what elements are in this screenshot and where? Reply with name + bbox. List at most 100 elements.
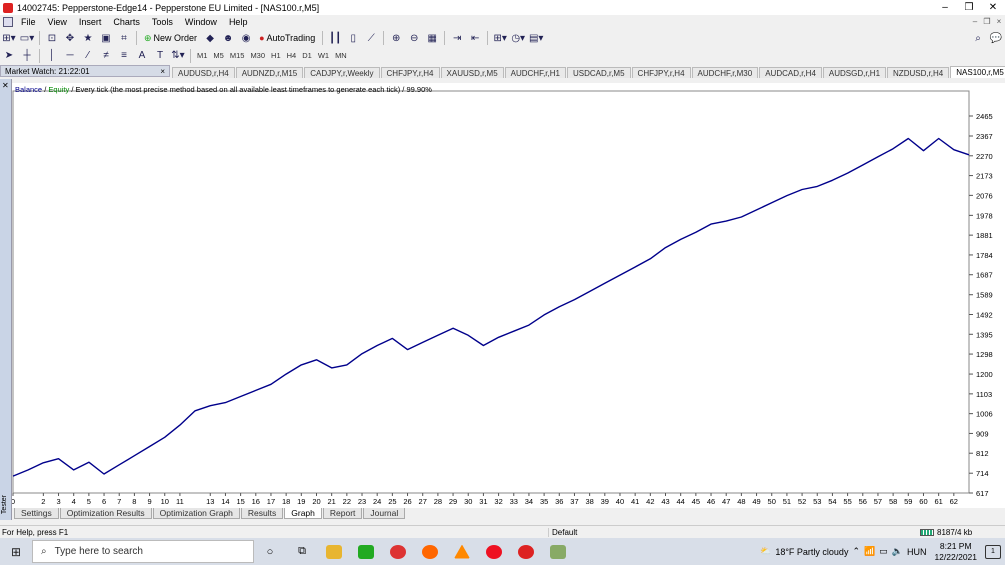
- autoscroll-icon[interactable]: ⇥: [449, 31, 465, 45]
- bar-chart-icon[interactable]: ┃┃: [327, 31, 343, 45]
- market-icon[interactable]: ◉: [238, 31, 254, 45]
- battery-icon[interactable]: ▭: [879, 546, 888, 557]
- text-icon[interactable]: A: [134, 49, 150, 63]
- metaeditor-icon[interactable]: ◆: [202, 31, 218, 45]
- chart-tab[interactable]: AUDCHF,r,H1: [504, 67, 566, 78]
- tray-chevron-up-icon[interactable]: ⌃: [852, 546, 860, 557]
- tab-settings[interactable]: Settings: [14, 508, 59, 519]
- navigator-icon[interactable]: ★: [80, 31, 96, 45]
- chart-tab[interactable]: AUDCHF,r,M30: [691, 67, 759, 78]
- chart-tab[interactable]: NZDUSD,r,H4: [887, 67, 950, 78]
- text-label-icon[interactable]: T: [152, 49, 168, 63]
- tab-results[interactable]: Results: [240, 508, 284, 519]
- mdi-restore-button[interactable]: ❐: [981, 17, 993, 26]
- vertical-line-icon[interactable]: │: [44, 49, 60, 63]
- chart-tab[interactable]: USDCAD,r,M5: [566, 67, 631, 78]
- pepperstone-icon[interactable]: [510, 538, 542, 565]
- chart-tab[interactable]: AUDNZD,r,M15: [235, 67, 304, 78]
- chart-tab[interactable]: XAUUSD,r,M5: [440, 67, 504, 78]
- tester-close-icon[interactable]: ✕: [2, 81, 9, 90]
- terminal-icon[interactable]: ▣: [98, 31, 114, 45]
- autotrading-button[interactable]: ● AutoTrading: [256, 31, 318, 45]
- menu-tools[interactable]: Tools: [146, 17, 179, 27]
- tab-graph[interactable]: Graph: [284, 508, 322, 519]
- start-button[interactable]: ⊞: [0, 538, 32, 565]
- fibonacci-icon[interactable]: ≡: [116, 49, 132, 63]
- network-icon[interactable]: 📶: [864, 546, 875, 557]
- taskbar-clock[interactable]: 8:21 PM 12/22/2021: [930, 541, 981, 563]
- mdi-minimize-button[interactable]: –: [969, 17, 981, 26]
- file-explorer-icon[interactable]: [318, 538, 350, 565]
- notification-icon[interactable]: 1: [985, 544, 1001, 559]
- timeframe-h1[interactable]: H1: [268, 49, 284, 62]
- cursor-icon[interactable]: ➤: [1, 49, 17, 63]
- cortana-icon[interactable]: ○: [254, 538, 286, 565]
- menu-insert[interactable]: Insert: [73, 17, 108, 27]
- chart-tab[interactable]: CADJPY,r,Weekly: [304, 67, 380, 78]
- firefox-icon[interactable]: [414, 538, 446, 565]
- signals-icon[interactable]: ☻: [220, 31, 236, 45]
- chart-tab[interactable]: AUDSGD,r,H1: [822, 67, 887, 78]
- timeframe-mn[interactable]: MN: [332, 49, 350, 62]
- timeframe-w1[interactable]: W1: [315, 49, 332, 62]
- connection-status[interactable]: 8187/4 kb: [920, 528, 972, 537]
- strategy-tester-icon[interactable]: ⌗: [116, 31, 132, 45]
- chart-tab[interactable]: CHFJPY,r,H4: [380, 67, 440, 78]
- opera-icon[interactable]: [478, 538, 510, 565]
- market-watch-icon[interactable]: ⊡: [44, 31, 60, 45]
- search-icon[interactable]: ⌕: [970, 31, 986, 45]
- menu-file[interactable]: File: [15, 17, 42, 27]
- new-order-button[interactable]: ⊕ New Order: [141, 31, 200, 45]
- chart-tab[interactable]: AUDUSD,r,H4: [172, 67, 235, 78]
- arrows-icon[interactable]: ⇅▾: [170, 49, 186, 63]
- zoom-out-icon[interactable]: ⊖: [406, 31, 422, 45]
- tab-optimization-graph[interactable]: Optimization Graph: [152, 508, 240, 519]
- indicators-icon[interactable]: ⊞▾: [492, 31, 508, 45]
- line-chart-icon[interactable]: ⟋: [363, 31, 379, 45]
- close-button[interactable]: ✕: [981, 2, 1005, 13]
- menu-view[interactable]: View: [42, 17, 73, 27]
- tab-optimization-results[interactable]: Optimization Results: [59, 508, 152, 519]
- maximize-button[interactable]: ❒: [957, 2, 981, 13]
- minimize-button[interactable]: –: [933, 2, 957, 13]
- menu-window[interactable]: Window: [179, 17, 223, 27]
- chart-tab[interactable]: AUDCAD,r,H4: [759, 67, 822, 78]
- chart-tab[interactable]: CHFJPY,r,H4: [631, 67, 691, 78]
- menu-charts[interactable]: Charts: [107, 17, 146, 27]
- vlc-icon[interactable]: [446, 538, 478, 565]
- weather-text[interactable]: 18°F Partly cloudy: [775, 547, 848, 557]
- menu-help[interactable]: Help: [223, 17, 254, 27]
- timeframe-m1[interactable]: M1: [194, 49, 210, 62]
- tab-journal[interactable]: Journal: [363, 508, 406, 519]
- trendline-icon[interactable]: ⁄: [80, 49, 96, 63]
- horizontal-line-icon[interactable]: ─: [62, 49, 78, 63]
- app-red-icon[interactable]: [382, 538, 414, 565]
- task-view-icon[interactable]: ⧉: [286, 538, 318, 565]
- crosshair-icon[interactable]: ┼: [19, 49, 35, 63]
- profiles-icon[interactable]: ▭▾: [19, 31, 35, 45]
- mdi-close-button[interactable]: ×: [993, 17, 1005, 26]
- language-indicator[interactable]: HUN: [907, 547, 927, 557]
- metatrader-icon[interactable]: [542, 538, 574, 565]
- timeframe-m30[interactable]: M30: [247, 49, 268, 62]
- market-watch-close-button[interactable]: ×: [160, 67, 165, 76]
- media-player-icon[interactable]: [350, 538, 382, 565]
- timeframe-m15[interactable]: M15: [227, 49, 248, 62]
- periods-icon[interactable]: ◷▾: [510, 31, 526, 45]
- zoom-in-icon[interactable]: ⊕: [388, 31, 404, 45]
- timeframe-d1[interactable]: D1: [299, 49, 315, 62]
- chart-shift-icon[interactable]: ⇤: [467, 31, 483, 45]
- chart-document-icon[interactable]: [3, 16, 13, 27]
- timeframe-h4[interactable]: H4: [284, 49, 300, 62]
- candlestick-icon[interactable]: ▯: [345, 31, 361, 45]
- tile-windows-icon[interactable]: ▦: [424, 31, 440, 45]
- chat-icon[interactable]: 💬: [988, 31, 1004, 45]
- equidistant-channel-icon[interactable]: ≠: [98, 49, 114, 63]
- new-chart-icon[interactable]: ⊞▾: [1, 31, 17, 45]
- volume-icon[interactable]: 🔈: [892, 546, 903, 557]
- tab-report[interactable]: Report: [322, 508, 363, 519]
- timeframe-m5[interactable]: M5: [210, 49, 226, 62]
- data-window-icon[interactable]: ✥: [62, 31, 78, 45]
- chart-tab-active[interactable]: NAS100,r,M5: [950, 66, 1005, 78]
- templates-icon[interactable]: ▤▾: [528, 31, 544, 45]
